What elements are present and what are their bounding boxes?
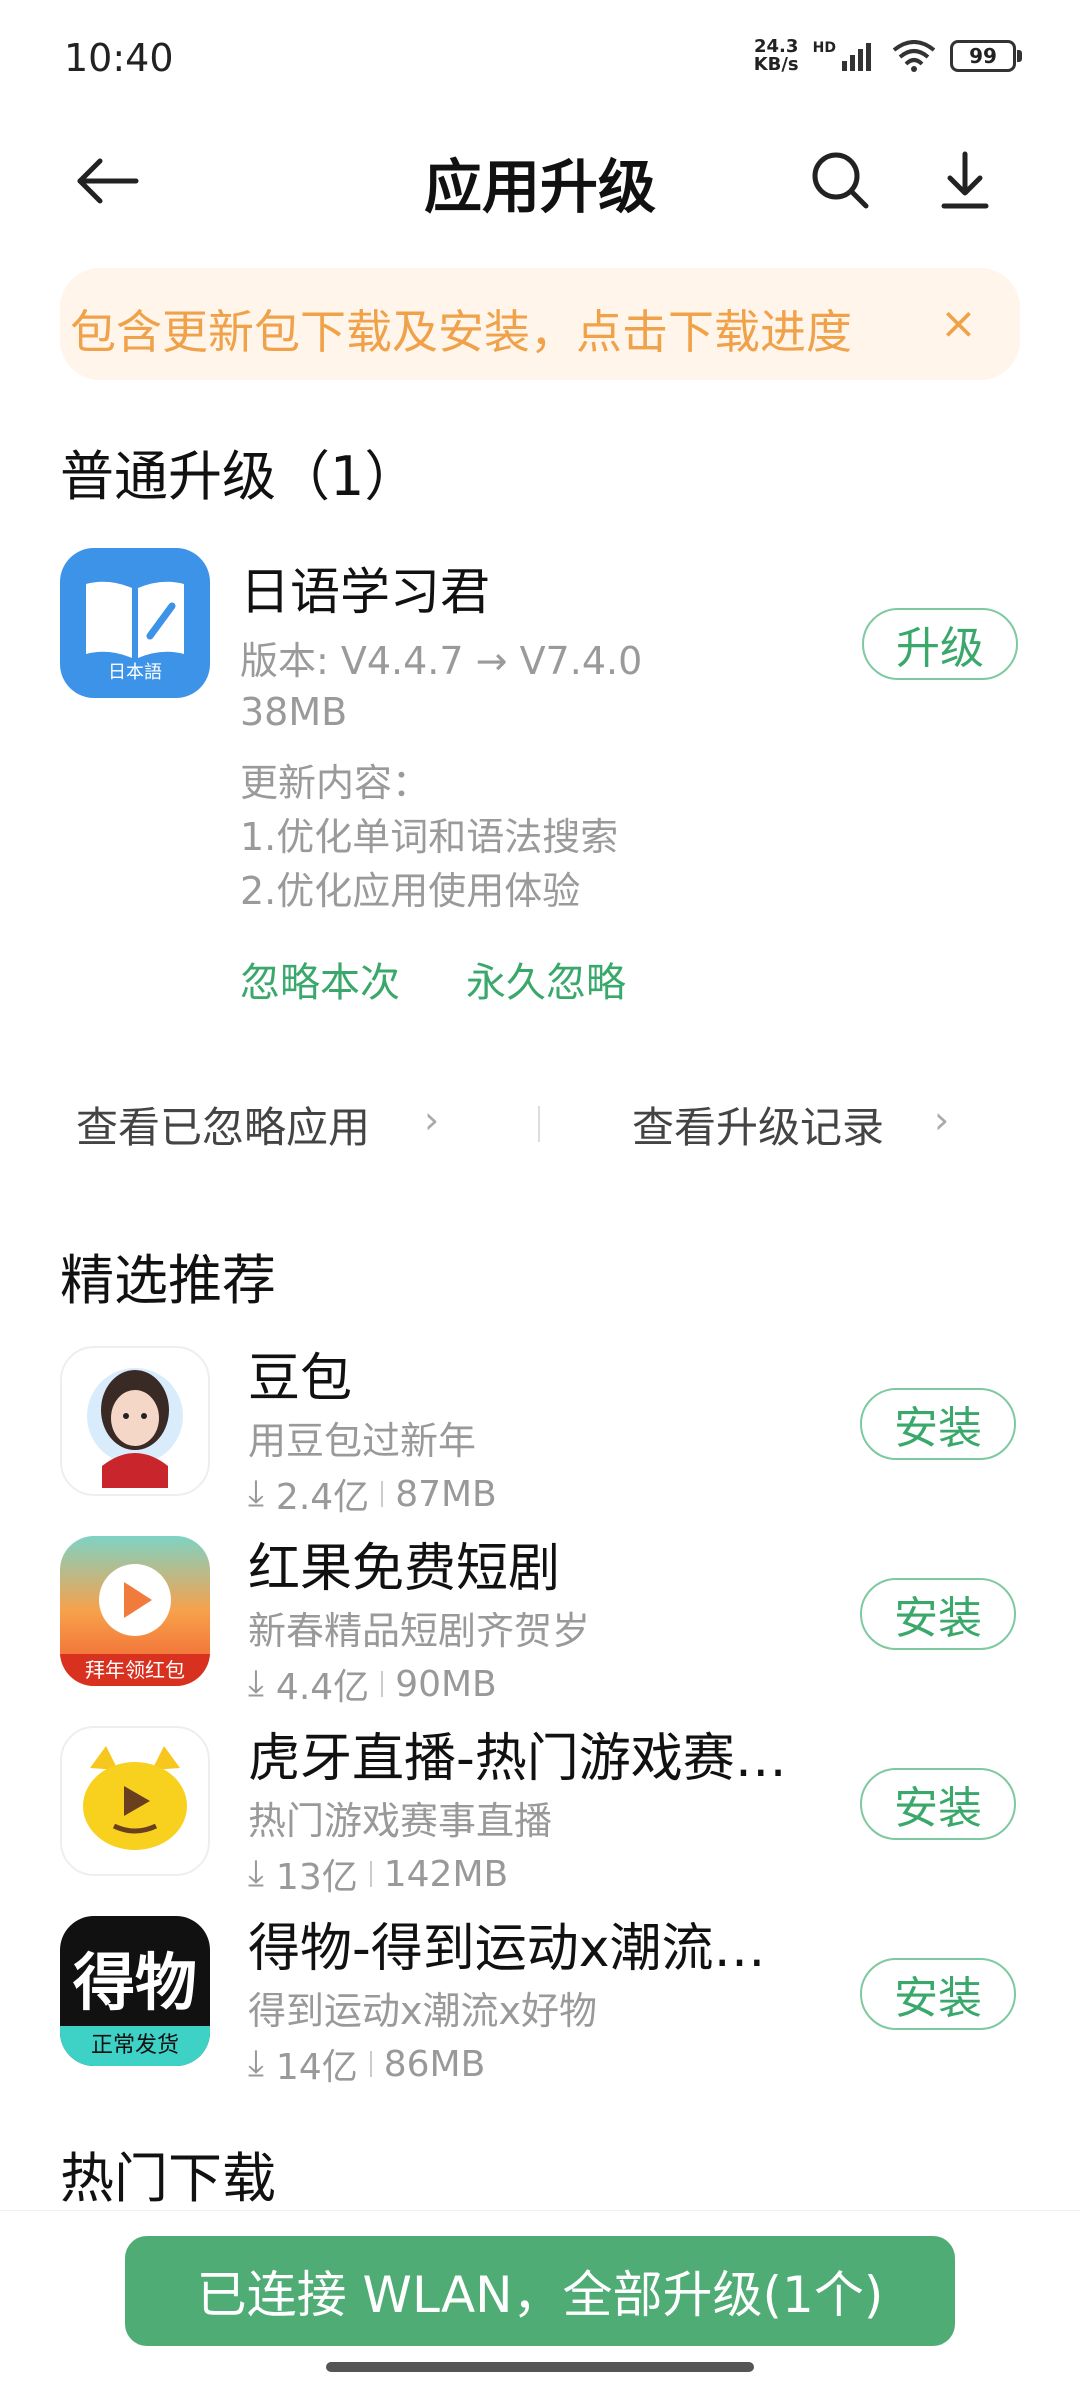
rec-downloads-1: 2.4亿 bbox=[275, 1477, 370, 1518]
status-icons: 24.3 KB/s HD 99 bbox=[754, 38, 1022, 74]
changelog-line-1: 1.优化单词和语法搜索 bbox=[240, 815, 619, 859]
app-icon-riyu[interactable]: 日本語 bbox=[60, 548, 210, 698]
section-title-hot: 热门下载 bbox=[60, 2147, 276, 2210]
stat-separator bbox=[381, 1481, 384, 1507]
link-divider bbox=[538, 1106, 540, 1142]
rec-size-2: 90MB bbox=[395, 1663, 497, 1705]
download-count-icon: ⤓ bbox=[248, 2043, 264, 2084]
app-icon-dewu[interactable]: 得物 正常发货 bbox=[60, 1916, 210, 2066]
section-title-updates: 普通升级（1） bbox=[60, 445, 419, 508]
icon-caption: 日本語 bbox=[108, 662, 162, 683]
download-count-icon: ⤓ bbox=[248, 1853, 264, 1894]
hd-label: HD bbox=[812, 40, 836, 56]
rec-desc-1: 用豆包过新年 bbox=[248, 1419, 477, 1463]
banner-text: 包含更新包下载及安装，点击下载进度 bbox=[70, 305, 852, 359]
speed-unit: KB/s bbox=[753, 54, 799, 75]
download-count-icon: ⤓ bbox=[248, 1473, 264, 1514]
dewu-logo-text: 得物 bbox=[72, 1946, 197, 2019]
rec-size-1: 87MB bbox=[395, 1473, 497, 1515]
app-icon-huya[interactable] bbox=[60, 1726, 210, 1876]
download-count-icon: ⤓ bbox=[248, 1663, 264, 1704]
battery-level: 99 bbox=[969, 44, 997, 68]
rec-downloads-2: 4.4亿 bbox=[275, 1667, 370, 1708]
rec-size-4: 86MB bbox=[383, 2043, 486, 2085]
stat-separator bbox=[381, 1671, 384, 1697]
view-history-link[interactable]: 查看升级记录 bbox=[632, 1094, 884, 1155]
app-name-riyu: 日语学习君 bbox=[240, 563, 490, 621]
chevron-right-icon: › bbox=[424, 1098, 440, 1142]
upgrade-all-button[interactable]: 已连接 WLAN，全部升级(1个) bbox=[125, 2236, 955, 2346]
rec-downloads-3: 13亿 bbox=[275, 1857, 358, 1898]
wifi-icon bbox=[892, 40, 936, 72]
app-version: 版本: V4.4.7 → V7.4.0 bbox=[240, 639, 643, 683]
chevron-right-icon: › bbox=[934, 1098, 950, 1142]
rec-stats-3: ⤓ 13亿 142MB bbox=[248, 1848, 508, 1900]
stat-separator bbox=[369, 2051, 372, 2077]
close-icon[interactable]: × bbox=[940, 298, 977, 349]
rec-size-3: 142MB bbox=[383, 1853, 509, 1895]
upgrade-button[interactable]: 升级 bbox=[862, 608, 1018, 680]
install-button-2[interactable]: 安装 bbox=[860, 1578, 1016, 1650]
view-ignored-link[interactable]: 查看已忽略应用 bbox=[76, 1094, 370, 1155]
page-title: 应用升级 bbox=[423, 153, 656, 221]
changelog-line-2: 2.优化应用使用体验 bbox=[240, 869, 581, 913]
app-icon-hongguo[interactable]: 拜年领红包 bbox=[60, 1536, 210, 1686]
avatar-girl-icon bbox=[87, 1368, 183, 1488]
tiger-icon bbox=[83, 1746, 187, 1850]
rec-name-3: 虎牙直播-热门游戏赛… bbox=[248, 1729, 787, 1789]
rec-name-1: 豆包 bbox=[248, 1349, 353, 1409]
rec-desc-2: 新春精品短剧齐贺岁 bbox=[248, 1609, 591, 1653]
app-size: 38MB bbox=[240, 690, 348, 734]
signal-icon bbox=[842, 43, 871, 71]
download-icon[interactable] bbox=[930, 146, 1000, 216]
section-title-recommend: 精选推荐 bbox=[60, 1249, 276, 1312]
install-button-1[interactable]: 安装 bbox=[860, 1388, 1016, 1460]
rec-desc-3: 热门游戏赛事直播 bbox=[248, 1799, 553, 1843]
battery-icon: 99 bbox=[950, 40, 1022, 72]
stat-separator bbox=[369, 1861, 372, 1887]
changelog-title: 更新内容： bbox=[240, 761, 431, 805]
home-indicator[interactable] bbox=[326, 2362, 754, 2372]
rec-stats-2: ⤓ 4.4亿 90MB bbox=[248, 1658, 497, 1710]
search-icon[interactable] bbox=[806, 146, 876, 216]
install-button-3[interactable]: 安装 bbox=[860, 1768, 1016, 1840]
rec-name-2: 红果免费短剧 bbox=[248, 1539, 561, 1599]
network-speed: 24.3 KB/s bbox=[754, 38, 799, 74]
rec-name-4: 得物-得到运动x潮流… bbox=[248, 1919, 766, 1979]
install-button-4[interactable]: 安装 bbox=[860, 1958, 1016, 2030]
rec-desc-4: 得到运动x潮流x好物 bbox=[248, 1989, 597, 2033]
rec-stats-1: ⤓ 2.4亿 87MB bbox=[248, 1468, 497, 1520]
icon-badge-hongguo: 拜年领红包 bbox=[60, 1654, 210, 1686]
app-icon-doubao[interactable] bbox=[60, 1346, 210, 1496]
icon-badge-dewu: 正常发货 bbox=[60, 2026, 210, 2066]
rec-downloads-4: 14亿 bbox=[275, 2047, 358, 2088]
ignore-once-link[interactable]: 忽略本次 bbox=[240, 950, 400, 1008]
status-time: 10:40 bbox=[64, 36, 174, 80]
ignore-forever-link[interactable]: 永久忽略 bbox=[466, 950, 626, 1008]
rec-stats-4: ⤓ 14亿 86MB bbox=[248, 2038, 485, 2090]
